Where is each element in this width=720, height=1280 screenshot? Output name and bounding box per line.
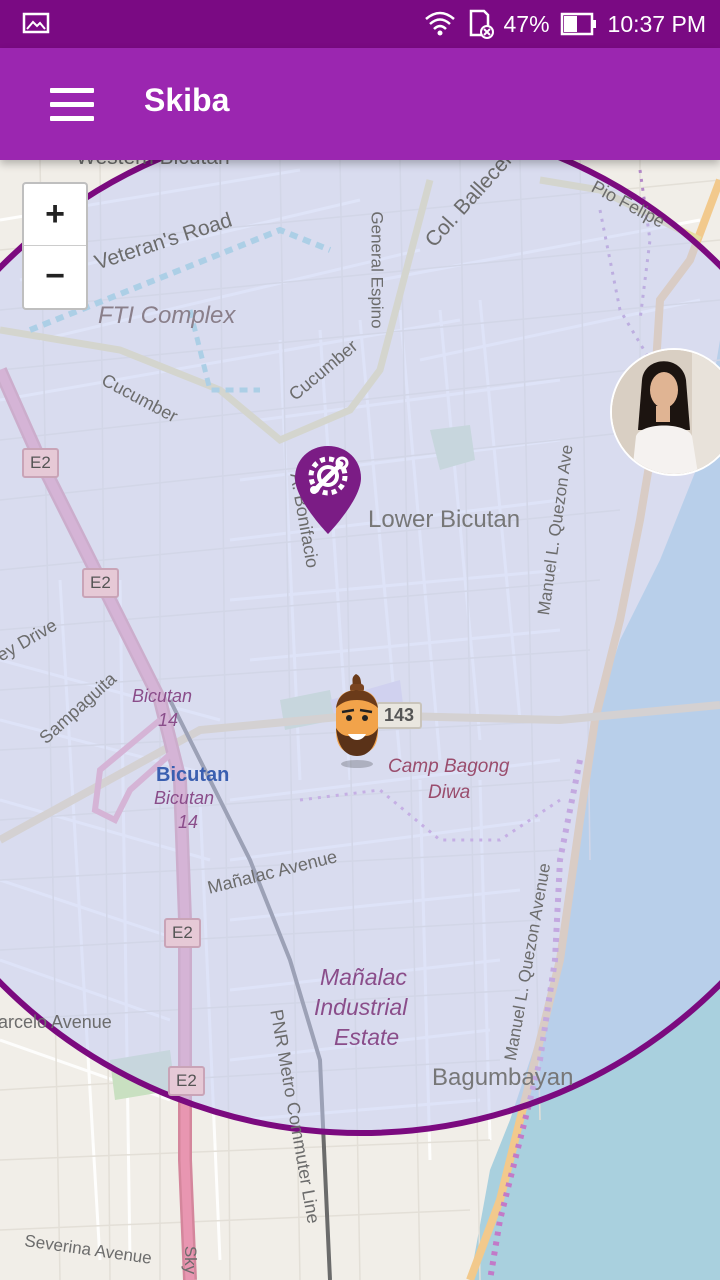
map-view[interactable]: Western Bicutan Veteran's Road General E… xyxy=(0,160,720,1280)
app-bar: Skiba xyxy=(0,48,720,160)
image-icon xyxy=(22,12,50,34)
battery-percent: 47% xyxy=(503,10,550,37)
zoom-in-button[interactable]: + xyxy=(24,184,86,246)
status-bar: 47% 10:37 PM xyxy=(0,0,720,48)
map-label: Camp Bagong xyxy=(388,756,510,777)
map-label: 14 xyxy=(158,710,179,730)
wrench-gear-icon[interactable] xyxy=(293,444,363,536)
map-label: Bicutan xyxy=(154,788,215,808)
expressway-shield: E2 xyxy=(168,1066,205,1096)
map-label: Estate xyxy=(334,1024,400,1050)
map-label: Bagumbayan xyxy=(432,1064,574,1091)
zoom-out-button[interactable]: − xyxy=(24,246,86,307)
map-label: Sky xyxy=(181,1245,201,1275)
clock: 10:37 PM xyxy=(607,10,706,37)
expressway-shield: E2 xyxy=(22,448,59,478)
hamburger-menu-icon[interactable] xyxy=(50,88,94,122)
map-label: 14 xyxy=(178,812,199,832)
map-label: General Espino xyxy=(367,211,387,329)
map-label: Lower Bicutan xyxy=(368,506,521,533)
expressway-shield: E2 xyxy=(82,568,119,598)
page-title: Skiba xyxy=(144,82,230,118)
map-label: Bicutan xyxy=(132,686,193,706)
map-label: Diwa xyxy=(428,782,471,803)
map-label: FTI Complex xyxy=(98,302,236,329)
map-label: Western Bicutan xyxy=(76,160,230,170)
map-label: Industrial xyxy=(314,994,408,1020)
map-label: arcelo Avenue xyxy=(0,1012,112,1032)
map-label: Mañalac xyxy=(320,964,407,990)
sd-card-icon xyxy=(469,9,494,39)
expressway-shield: E2 xyxy=(164,918,201,948)
zoom-control: + − xyxy=(22,182,88,310)
map-label: Bicutan xyxy=(156,764,230,786)
wifi-icon xyxy=(424,11,455,36)
battery-icon xyxy=(560,12,596,36)
cartoon-man-avatar[interactable] xyxy=(328,672,386,768)
